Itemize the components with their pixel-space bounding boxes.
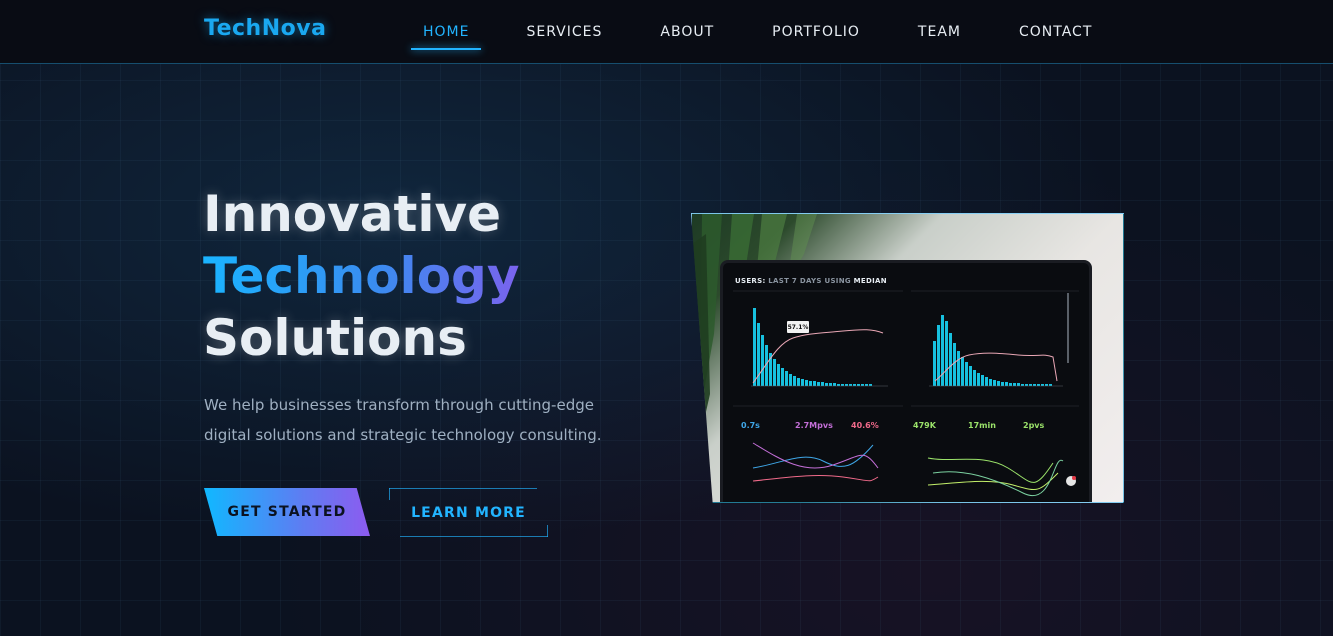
- chart-tooltip: 57.1%: [787, 321, 809, 333]
- hero-subtitle: We help businesses transform through cut…: [204, 396, 602, 444]
- hero-title-line2: Technology: [203, 247, 520, 305]
- hero-image: USERS: LAST 7 DAYS USING MEDIAN 57.1% 0.…: [691, 213, 1124, 503]
- button-border-bottom: [400, 536, 548, 537]
- button-border-right: [547, 525, 548, 537]
- metric-pvs-per-session: 2pvs: [1023, 421, 1045, 430]
- dashboard-charts: [733, 290, 1079, 496]
- nav-about[interactable]: ABOUT: [660, 18, 714, 46]
- trend-line-5: [927, 472, 1059, 491]
- hero-title-line1: Innovative: [203, 185, 502, 243]
- background-grid: [0, 0, 1333, 636]
- button-border-left: [389, 488, 390, 500]
- get-started-button[interactable]: GET STARTED: [204, 488, 370, 536]
- right-histogram: [933, 315, 1052, 386]
- monitor-screen: USERS: LAST 7 DAYS USING MEDIAN 57.1% 0.…: [720, 260, 1092, 502]
- nav-team[interactable]: TEAM: [918, 18, 961, 46]
- metric-page-views: 2.7Mpvs: [795, 421, 833, 430]
- metric-session-length: 17min: [968, 421, 996, 430]
- hero-title: Innovative Technology Solutions: [203, 183, 519, 369]
- nav-services[interactable]: SERVICES: [526, 18, 602, 46]
- scrollbar: [1067, 293, 1069, 363]
- learn-more-label: LEARN MORE: [411, 504, 526, 521]
- button-border-top: [389, 488, 537, 489]
- nav-contact[interactable]: CONTACT: [1019, 18, 1092, 46]
- left-bounce-line: [752, 329, 884, 384]
- trend-line-3: [752, 475, 879, 482]
- brand-logo[interactable]: TechNova: [204, 16, 326, 41]
- hero-title-line3: Solutions: [203, 309, 467, 367]
- metric-load-time: 0.7s: [741, 421, 760, 430]
- metric-sessions: 479K: [913, 421, 936, 430]
- metric-bounce-rate: 40.6%: [851, 421, 879, 430]
- site-header: TechNova HOME SERVICES ABOUT PORTFOLIO T…: [0, 0, 1333, 64]
- left-histogram: [753, 308, 872, 386]
- main-nav: HOME SERVICES ABOUT PORTFOLIO TEAM CONTA…: [411, 0, 1150, 64]
- trend-line-6: [932, 459, 1064, 496]
- nav-portfolio[interactable]: PORTFOLIO: [772, 18, 860, 46]
- learn-more-button[interactable]: LEARN MORE: [389, 488, 548, 537]
- nav-home[interactable]: HOME: [411, 18, 482, 50]
